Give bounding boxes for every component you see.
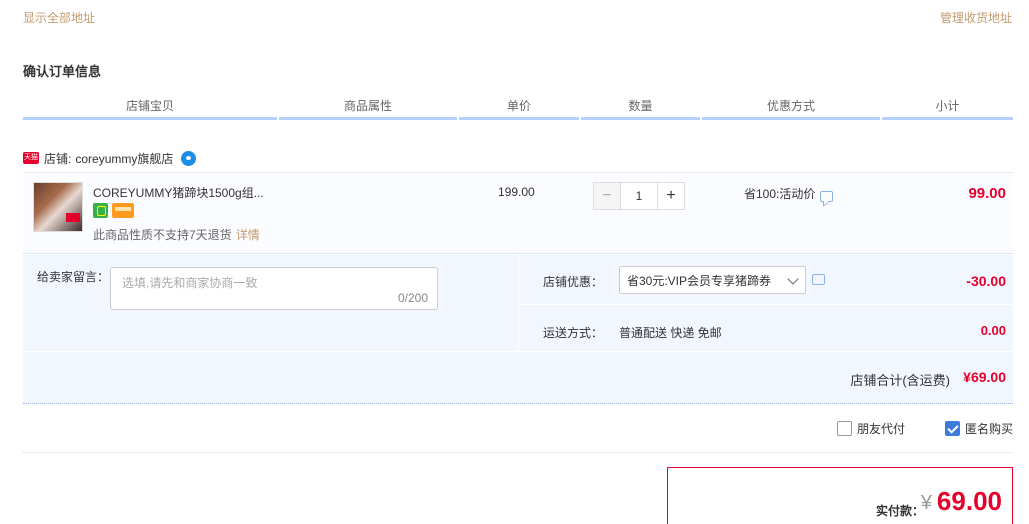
message-panel: 给卖家留言： 选填,请先和商家协商一致 0/200 (23, 255, 518, 351)
promotion-info-icon[interactable] (820, 191, 834, 202)
anonymous-checkbox[interactable] (945, 421, 960, 436)
store-total-label: 店铺合计(含运费) (850, 373, 950, 388)
coupon-line: 店铺优惠： 省30元:VIP会员专享猪蹄券 -30.00 (519, 255, 1013, 305)
credit-card-icon[interactable] (112, 203, 134, 218)
store-name-link[interactable]: coreyummy旗舰店 (75, 150, 173, 167)
quantity-decrease-button[interactable]: − (593, 182, 621, 210)
currency-symbol: ¥ (920, 492, 932, 514)
shipping-method: 普通配送 快递 免邮 (619, 326, 722, 340)
divider (23, 452, 1013, 453)
product-thumbnail[interactable] (33, 182, 83, 232)
payment-label: 实付款： (875, 504, 924, 518)
manage-address-link[interactable]: 管理收货地址 (940, 9, 1012, 26)
shipping-label: 运送方式： (543, 326, 604, 340)
column-store-item: 店铺宝贝 (23, 93, 277, 120)
column-discount: 优惠方式 (702, 93, 880, 120)
service-badges (93, 203, 134, 218)
return-policy-note: 此商品性质不支持7天退货 详情 (93, 226, 260, 243)
unit-price: 199.00 (498, 185, 535, 199)
column-header: 店铺宝贝 商品属性 单价 数量 优惠方式 小计 (23, 93, 1013, 120)
section-title: 确认订单信息 (23, 64, 102, 79)
coupon-info-icon[interactable] (812, 274, 825, 285)
show-all-address-link[interactable]: 显示全部地址 (23, 9, 95, 26)
message-placeholder: 选填,请先和商家协商一致 (122, 276, 258, 290)
return-detail-link[interactable]: 详情 (236, 228, 260, 242)
chevron-down-icon (787, 273, 799, 285)
tmall-icon: 天猫 (23, 152, 39, 164)
store-total-amount: ¥69.00 (963, 369, 1006, 385)
coupon-select[interactable]: 省30元:VIP会员专享猪蹄券 (619, 266, 806, 294)
quantity-stepper: − 1 + (593, 182, 685, 210)
product-title-link[interactable]: COREYUMMY猪蹄块1500g组... (93, 184, 264, 201)
quantity-increase-button[interactable]: + (657, 182, 685, 210)
anonymous-option[interactable]: 匿名购买 (945, 420, 1013, 437)
coupon-label: 店铺优惠： (543, 275, 604, 289)
column-unit-price: 单价 (459, 93, 579, 120)
payment-summary: 实付款： ¥ 69.00 (667, 467, 1013, 524)
seller-message-input[interactable]: 选填,请先和商家协商一致 0/200 (110, 267, 438, 310)
coupon-amount: -30.00 (966, 273, 1006, 289)
return-policy-text: 此商品性质不支持7天退货 (93, 228, 232, 242)
friend-pay-label: 朋友代付 (857, 422, 906, 436)
chat-seller-icon[interactable] (181, 150, 197, 166)
friend-pay-option[interactable]: 朋友代付 (837, 420, 905, 437)
shipping-amount: 0.00 (980, 323, 1006, 338)
item-subtotal: 99.00 (968, 185, 1006, 202)
store-label: 店铺: (44, 151, 72, 166)
column-quantity: 数量 (581, 93, 700, 120)
message-char-count: 0/200 (397, 291, 428, 305)
order-item-row: COREYUMMY猪蹄块1500g组... 此商品性质不支持7天退货 详情 199… (23, 172, 1013, 254)
column-attributes: 商品属性 (279, 93, 457, 120)
message-label: 给卖家留言： (37, 270, 110, 284)
promotion-text: 省100:活动价 (744, 187, 816, 201)
anonymous-label: 匿名购买 (965, 422, 1014, 436)
friend-pay-checkbox[interactable] (837, 421, 852, 436)
coupon-selected-value: 省30元:VIP会员专享猪蹄券 (627, 273, 772, 288)
guarantee-icon[interactable] (93, 203, 108, 218)
column-subtotal: 小计 (882, 93, 1013, 120)
thumbnail-price-tag (66, 213, 80, 222)
discount-shipping-panel: 店铺优惠： 省30元:VIP会员专享猪蹄券 -30.00 运送方式： 普通配送 … (519, 255, 1013, 351)
promotion: 省100:活动价 (744, 185, 834, 202)
quantity-input[interactable]: 1 (621, 182, 657, 210)
payment-amount: 69.00 (936, 486, 1002, 516)
store-total-row: 店铺合计(含运费) ¥69.00 (23, 352, 1013, 404)
store-row: 天猫 店铺: coreyummy旗舰店 (23, 149, 197, 167)
